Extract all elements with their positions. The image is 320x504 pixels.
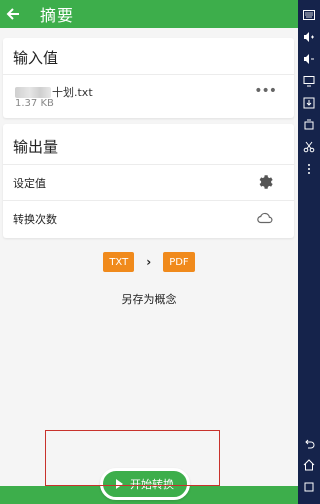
volume-down-icon[interactable] — [298, 48, 320, 70]
screen-icon[interactable] — [298, 70, 320, 92]
recent-apps-svg — [304, 482, 314, 492]
target-format-badge: PDF — [163, 252, 195, 272]
highlight-box — [45, 430, 220, 486]
back-arrow-icon[interactable] — [0, 0, 26, 28]
file-size: 1.37 KB — [15, 98, 54, 109]
back-svg — [305, 439, 315, 449]
page-title: 摘要 — [40, 6, 75, 25]
import-svg — [303, 97, 315, 109]
home-svg — [303, 459, 315, 471]
settings-row[interactable]: 设定值 — [3, 164, 294, 200]
device-svg — [304, 119, 314, 130]
keyboard-icon[interactable] — [298, 4, 320, 26]
phone-screen: 摘要 输入值 十划.txt 1.37 KB ••• 输出量 设定值 转换次数 T… — [0, 0, 298, 504]
divider — [3, 74, 294, 75]
app-root: 摘要 输入值 十划.txt 1.37 KB ••• 输出量 设定值 转换次数 T… — [0, 0, 320, 504]
volume-down-svg — [304, 54, 314, 64]
blurred-file-name-part — [15, 86, 51, 98]
chevron-right-icon: › — [146, 255, 152, 269]
volume-up-icon[interactable] — [298, 26, 320, 48]
input-card: 输入值 十划.txt 1.37 KB ••• — [3, 38, 294, 118]
conversion-count-label: 转换次数 — [13, 213, 57, 226]
recent-apps-icon[interactable] — [298, 476, 320, 498]
file-name-text: 十划.txt — [52, 86, 93, 99]
keyboard-svg — [303, 10, 315, 20]
save-as-label[interactable]: 另存为概念 — [0, 291, 298, 307]
app-bar: 摘要 — [0, 0, 298, 28]
more-options-button[interactable]: ••• — [254, 84, 277, 98]
back-icon[interactable] — [298, 432, 320, 454]
output-card: 输出量 设定值 转换次数 — [3, 124, 294, 238]
volume-up-svg — [304, 32, 314, 42]
input-card-title: 输入值 — [13, 49, 59, 67]
device-icon[interactable] — [298, 114, 320, 136]
settings-label: 设定值 — [13, 177, 46, 190]
import-icon[interactable] — [298, 92, 320, 114]
source-format-badge: TXT — [103, 252, 135, 272]
emulator-toolbar — [298, 0, 320, 504]
screen-svg — [303, 76, 315, 87]
output-card-title: 输出量 — [13, 138, 59, 156]
format-conversion-row: TXT › PDF — [0, 251, 298, 273]
scissors-icon[interactable] — [298, 136, 320, 158]
nav-buttons-group — [298, 432, 320, 498]
gear-icon[interactable] — [256, 173, 274, 191]
back-arrow-svg — [6, 8, 19, 20]
gear-svg — [259, 175, 273, 189]
more-icon[interactable] — [298, 158, 320, 180]
more-svg — [308, 164, 310, 174]
home-icon[interactable] — [298, 454, 320, 476]
cloud-svg — [257, 212, 273, 224]
scissors-svg — [303, 141, 315, 153]
conversion-count-row[interactable]: 转换次数 — [3, 200, 294, 236]
cloud-icon[interactable] — [256, 209, 274, 227]
